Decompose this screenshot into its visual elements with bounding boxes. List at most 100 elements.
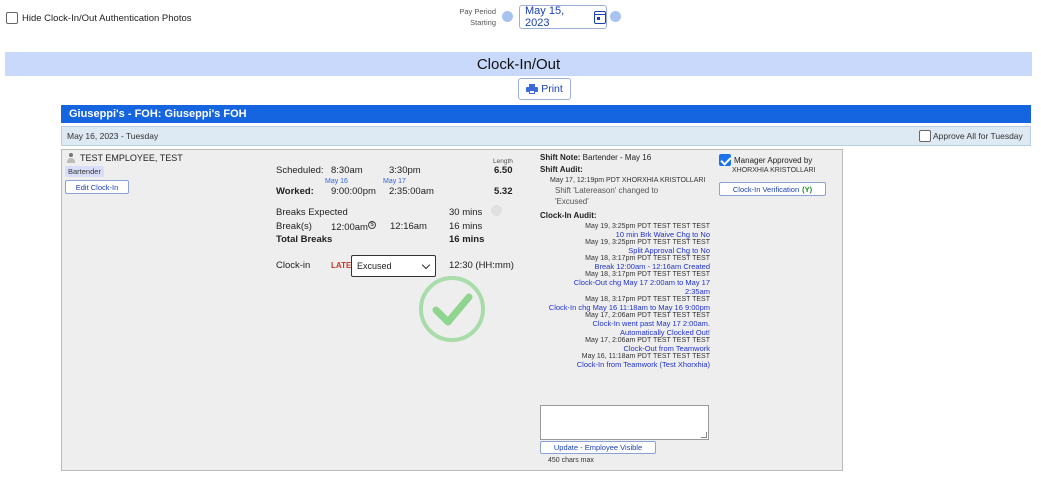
scheduled-label: Scheduled: — [276, 165, 324, 176]
worked-start-date: May 16 — [325, 178, 348, 185]
worked-start: 9:00:00pm — [331, 186, 376, 197]
audit-entry: May 16, 11:18am PDT TEST TEST TEST Clock… — [540, 353, 710, 369]
edit-clockin-button[interactable]: Edit Clock-In — [65, 180, 129, 194]
audit-text: Clock-In chg May 16 11:18am to May 16 9:… — [548, 303, 710, 312]
audit-meta: May 18, 3:17pm PDT TEST TEST TEST — [585, 271, 710, 278]
location-title: Giuseppi's - FOH: Giuseppi's FOH — [69, 108, 247, 120]
audit-meta: May 19, 3:25pm PDT TEST TEST TEST — [585, 223, 710, 230]
late-duration: 12:30 (HH:mm) — [449, 260, 514, 271]
update-note-button[interactable]: Update - Employee Visible — [540, 441, 656, 454]
clockin-audit-label: Clock-In Audit: — [540, 211, 597, 220]
hide-photos-checkbox[interactable] — [6, 12, 18, 24]
audit-text: Break 12:00am - 12:16am Created — [594, 262, 710, 271]
audit-entry: May 17, 2:06am PDT TEST TEST TEST Clock-… — [540, 337, 710, 353]
audit-text: 2:35am — [684, 287, 710, 296]
break-end: 12:16am — [390, 221, 427, 232]
manager-name: XHORXHIA KRISTOLLARI — [732, 167, 816, 174]
resize-grip-icon[interactable] — [701, 432, 707, 438]
location-header: Giuseppi's - FOH: Giuseppi's FOH — [61, 105, 1031, 123]
breaks-toggle[interactable] — [491, 205, 502, 216]
break-start-row: 12:00am $ — [331, 221, 376, 233]
audit-meta: May 17, 2:06am PDT TEST TEST TEST — [585, 337, 710, 344]
late-badge: LATE — [331, 261, 352, 270]
verification-label: Clock-In Verification — [732, 184, 800, 194]
audit-text: 10 min Brk Waive Chg to No — [615, 230, 710, 239]
scheduled-length: 6.50 — [494, 165, 513, 176]
page-title-bar: Clock-In/Out — [5, 52, 1032, 76]
approve-all-label: Approve All for Tuesday — [933, 131, 1023, 141]
shift-note-row: Shift Note: Bartender - May 16 — [540, 153, 651, 162]
audit-text: Clock-In went past May 17 2:00am. — [592, 319, 710, 328]
audit-meta: May 17, 2:06am PDT TEST TEST TEST — [585, 312, 710, 319]
day-header: May 16, 2023 - Tuesday — [61, 126, 1031, 146]
audit-text: Automatically Clocked Out! — [619, 328, 710, 337]
verification-status: (Y) — [802, 184, 813, 194]
shift-audit-label: Shift Audit: — [540, 165, 583, 174]
audit-meta: May 16, 11:18am PDT TEST TEST TEST — [581, 353, 710, 360]
worked-end-date: May 17 — [383, 178, 406, 185]
manager-approved-label: Manager Approved by — [734, 155, 813, 165]
late-reason-value: Excused — [357, 261, 392, 271]
break-start: 12:00am — [331, 222, 368, 234]
audit-entry: May 18, 3:17pm PDT TEST TEST TEST Break … — [540, 255, 710, 271]
hide-photos-label: Hide Clock-In/Out Authentication Photos — [22, 12, 192, 24]
chevron-down-icon — [421, 260, 431, 269]
audit-entry: May 18, 3:17pm PDT TEST TEST TEST Clock-… — [540, 271, 710, 296]
late-reason-select[interactable]: Excused — [351, 255, 436, 277]
pay-period-date-picker[interactable]: May 15, 2023 — [519, 5, 607, 29]
role-badge: Bartender — [65, 166, 104, 177]
approve-all-checkbox[interactable] — [919, 130, 931, 142]
scheduled-start: 8:30am — [331, 165, 363, 176]
approve-all-option[interactable]: Approve All for Tuesday — [919, 130, 1023, 142]
pay-period-date: May 15, 2023 — [525, 5, 565, 29]
audit-entry: May 19, 3:25pm PDT TEST TEST TEST 10 min… — [540, 223, 710, 239]
worked-end: 2:35:00am — [389, 186, 434, 197]
audit-text: Clock-Out from Teamwork — [623, 344, 710, 353]
print-label: Print — [541, 83, 563, 95]
shift-audit-meta: May 17, 12:19pm PDT XHORXHIA KRISTOLLARI — [550, 177, 706, 184]
prev-period-button[interactable] — [502, 11, 513, 22]
paid-break-icon: $ — [367, 221, 376, 229]
pay-period-label: Pay Period Starting — [459, 7, 496, 27]
calendar-icon — [593, 10, 606, 24]
audit-meta: May 18, 3:17pm PDT TEST TEST TEST — [585, 296, 710, 303]
audit-meta: May 18, 3:17pm PDT TEST TEST TEST — [585, 255, 710, 262]
shift-audit-text-1: Shift 'Latereason' changed to — [555, 186, 659, 195]
printer-icon — [526, 84, 539, 94]
chars-max-label: 450 chars max — [548, 457, 594, 464]
manager-approved-checkbox[interactable] — [719, 154, 731, 166]
note-textarea[interactable] — [540, 405, 709, 440]
length-header: Length — [493, 158, 513, 165]
shift-note-label: Shift Note: — [540, 153, 581, 162]
employee-name-row: TEST EMPLOYEE, TEST — [66, 153, 183, 163]
audit-entry: May 18, 3:17pm PDT TEST TEST TEST Clock-… — [540, 296, 710, 312]
total-breaks-label: Total Breaks — [276, 234, 333, 245]
employee-name: TEST EMPLOYEE, TEST — [80, 153, 183, 163]
total-breaks-value: 16 mins — [449, 234, 485, 245]
shift-note-value: Bartender - May 16 — [582, 153, 652, 162]
audit-text: Split Approval Chg to No — [628, 246, 710, 255]
manager-approved-option[interactable]: Manager Approved by — [719, 154, 812, 166]
worked-length: 5.32 — [494, 186, 513, 197]
hide-photos-option[interactable]: Hide Clock-In/Out Authentication Photos — [6, 12, 192, 24]
page-title: Clock-In/Out — [476, 55, 561, 73]
breaks-label: Break(s) — [276, 221, 312, 232]
worked-label: Worked: — [276, 186, 314, 197]
day-label: May 16, 2023 - Tuesday — [67, 131, 159, 141]
clockin-verification-button[interactable]: Clock-In Verification (Y) — [719, 182, 826, 196]
breaks-expected-value: 30 mins — [449, 207, 483, 218]
audit-entry: May 19, 3:25pm PDT TEST TEST TEST Split … — [540, 239, 710, 255]
break-length: 16 mins — [449, 221, 483, 232]
audit-meta: May 19, 3:25pm PDT TEST TEST TEST — [585, 239, 710, 246]
audit-text: Clock-In from Teamwork (Test Xhorxhia) — [576, 360, 710, 369]
print-button[interactable]: Print — [518, 78, 571, 100]
shift-audit-text-2: 'Excused' — [555, 197, 589, 206]
audit-entry: May 17, 2:06am PDT TEST TEST TEST Clock-… — [540, 312, 710, 337]
clockin-audit-list: May 19, 3:25pm PDT TEST TEST TEST 10 min… — [540, 223, 710, 369]
scheduled-end: 3:30pm — [389, 165, 421, 176]
approved-check-icon — [419, 276, 485, 342]
clockin-label: Clock-in — [276, 260, 311, 271]
next-period-button[interactable] — [610, 11, 621, 22]
audit-text: Clock-Out chg May 17 2:00am to May 17 — [573, 278, 710, 287]
breaks-expected-label: Breaks Expected — [276, 207, 348, 218]
